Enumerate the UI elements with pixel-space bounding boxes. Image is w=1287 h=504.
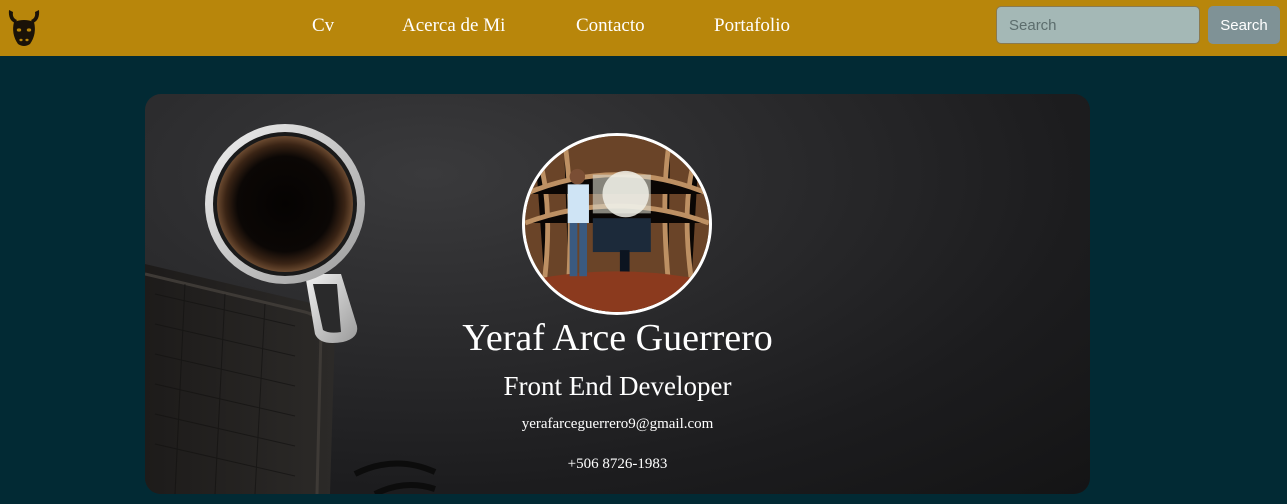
nav-link-cv[interactable]: Cv [312,14,334,38]
search-button[interactable]: Search [1208,6,1280,44]
profile-name: Yeraf Arce Guerrero [462,317,773,359]
profile-email: yerafarceguerrero9@gmail.com [521,416,714,432]
search-input[interactable] [996,6,1200,44]
navbar: Cv Acerca de Mi Contacto Portafolio Sear… [0,0,1287,56]
bull-head-icon[interactable] [6,6,42,50]
profile-phone: +506 8726-1983 [567,456,668,472]
nav-link-acerca-de-mi[interactable]: Acerca de Mi [402,14,505,38]
nav-link-contacto[interactable]: Contacto [576,14,645,38]
nav-link-portafolio[interactable]: Portafolio [714,14,790,38]
profile-hero-card: Yeraf Arce Guerrero Front End Developer … [145,94,1090,494]
profile-job-title: Front End Developer [503,371,732,401]
profile-photo [522,133,712,315]
